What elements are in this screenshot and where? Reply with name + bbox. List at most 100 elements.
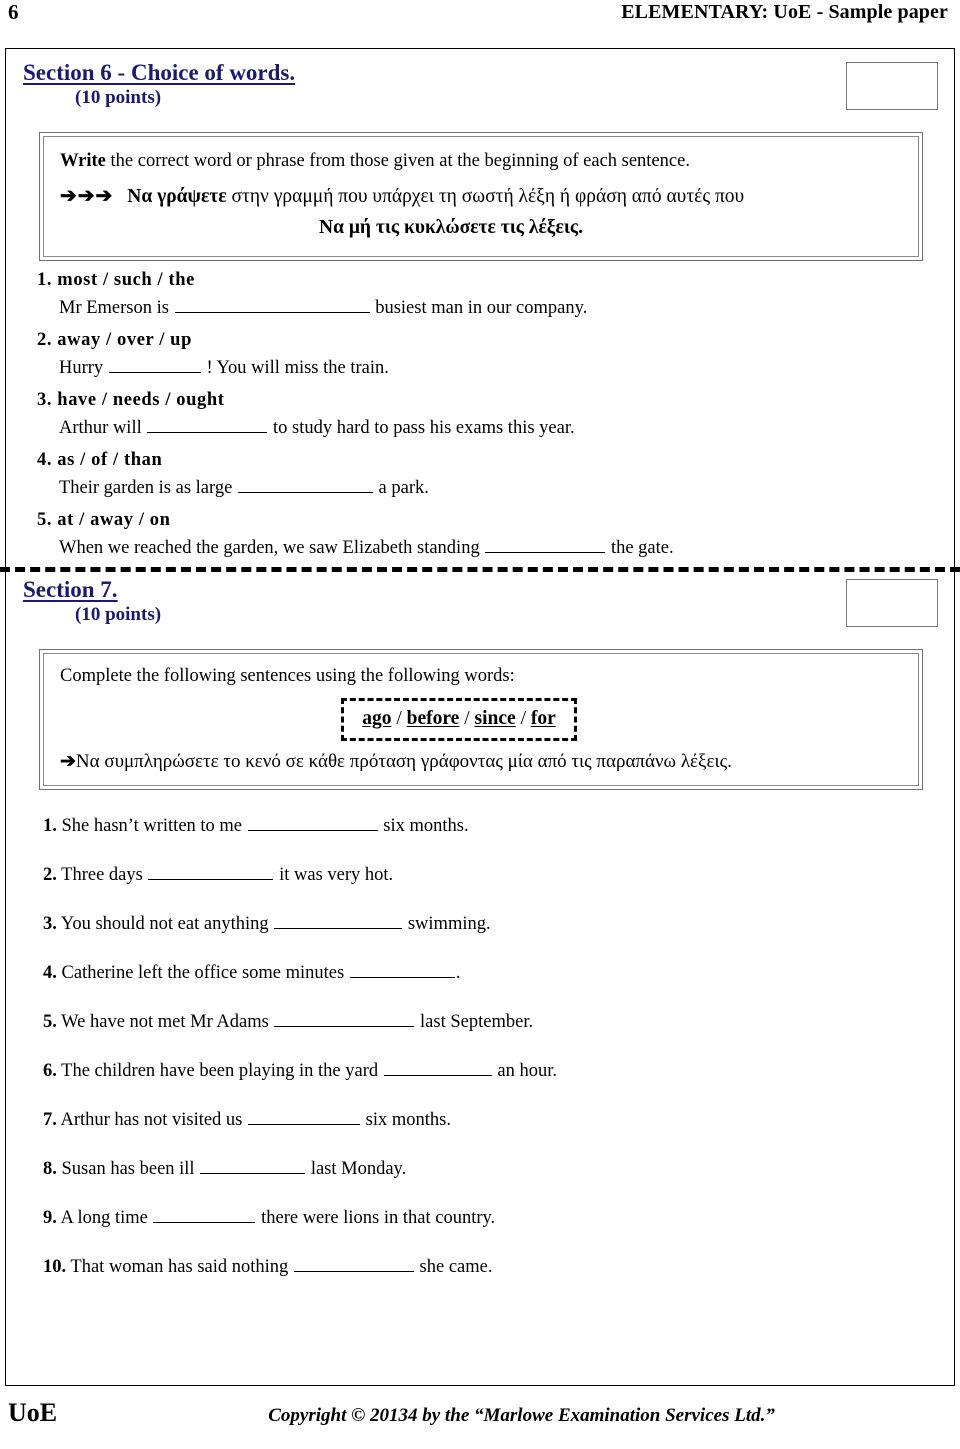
section7-instruction-inner: Complete the following sentences using t… [43, 653, 919, 786]
section6-instruction-inner: Write the correct word or phrase from th… [43, 136, 919, 257]
section6-question-list: 1. most / such / the Mr Emerson is busies… [19, 268, 941, 561]
section6-question-sentence: Their garden is as large a park. [59, 475, 931, 501]
answer-blank[interactable] [248, 1110, 361, 1125]
question-number: 4. [43, 963, 57, 983]
answer-blank[interactable] [383, 1061, 492, 1076]
section6-score-box[interactable] [846, 62, 938, 110]
answer-blank[interactable] [153, 1208, 256, 1223]
section6-question: 3. have / needs / ought Arthur will to st… [37, 388, 931, 441]
page-footer: UoE Copyright © 20134 by the “Marlowe Ex… [0, 1398, 960, 1428]
answer-blank[interactable] [174, 298, 370, 313]
sentence-before-blank: Catherine left the office some minutes [56, 963, 345, 983]
section6-question-sentence: Mr Emerson is busiest man in our company… [59, 295, 931, 321]
answer-blank[interactable] [293, 1257, 414, 1272]
section7-score-box[interactable] [846, 579, 938, 627]
section6-instruction-greek-rest: στην γραμμή που υπάρχει τη σωστή λέξη ή … [226, 186, 745, 207]
section7-question: 4. Catherine left the office some minute… [43, 960, 941, 986]
answer-blank[interactable] [349, 963, 455, 978]
document-title: ELEMENTARY: UoE - Sample paper [621, 1, 948, 23]
question-number: 10. [43, 1257, 67, 1277]
section6-question: 4. as / of / than Their garden is as larg… [37, 448, 931, 501]
question-number: 3. [37, 390, 53, 410]
sentence-after-blank: swimming. [407, 914, 491, 934]
sentence-after-blank: ! You will miss the train. [206, 358, 389, 378]
word-bank-word: for [530, 708, 556, 729]
section6-question-choices: 3. have / needs / ought [37, 388, 931, 412]
question-number: 1. [37, 270, 53, 290]
sentence-after-blank: to study hard to pass his exams this yea… [272, 418, 575, 438]
section6-instruction-greek: Να γράψετε στην γραμμή που υπάρχει τη σω… [127, 182, 744, 212]
word-bank-separator: / [515, 708, 531, 729]
page-content: Section 6 - Choice of words. (10 points)… [0, 48, 960, 1386]
section-divider [0, 567, 960, 572]
question-number: 3. [43, 914, 57, 934]
choice-options: away / over / up [52, 330, 192, 350]
sentence-after-blank: it was very hot. [279, 865, 394, 885]
sentence-before-blank: Their garden is as large [59, 478, 233, 498]
answer-blank[interactable] [147, 418, 268, 433]
section7-question: 3. You should not eat anything swimming. [43, 911, 941, 937]
answer-blank[interactable] [274, 1012, 415, 1027]
answer-blank[interactable] [108, 358, 201, 373]
section7-question: 9. A long time there were lions in that … [43, 1205, 941, 1231]
section7-question: 8. Susan has been ill last Monday. [43, 1156, 941, 1182]
sentence-before-blank: Susan has been ill [56, 1159, 195, 1179]
section6-instruction-box: Write the correct word or phrase from th… [39, 132, 923, 261]
sentence-after-blank: six months. [383, 816, 469, 836]
sentence-before-blank: Mr Emerson is [59, 298, 169, 318]
section6-title: Section 6 - Choice of words. [23, 60, 296, 85]
answer-blank[interactable] [485, 538, 606, 553]
question-number: 9. [43, 1208, 57, 1228]
question-number: 2. [37, 330, 53, 350]
section6-question-sentence: Hurry ! You will miss the train. [59, 355, 931, 381]
choice-options: at / away / on [52, 510, 171, 530]
sentence-after-blank: the gate. [610, 538, 674, 558]
sentence-before-blank: That woman has said nothing [66, 1257, 289, 1277]
answer-blank[interactable] [200, 1159, 306, 1174]
question-number: 7. [43, 1110, 57, 1130]
word-bank-word: before [406, 708, 460, 729]
sentence-after-blank: there were lions in that country. [261, 1208, 496, 1228]
section6-instruction-english: Write the correct word or phrase from th… [60, 149, 902, 174]
section7-instruction-english: Complete the following sentences using t… [60, 666, 515, 686]
word-bank-separator: / [391, 708, 407, 729]
sentence-before-blank: A long time [56, 1208, 148, 1228]
section6-instruction-english-bold: Write [60, 151, 106, 171]
sentence-before-blank: Hurry [59, 358, 104, 378]
answer-blank[interactable] [148, 865, 274, 880]
sentence-before-blank: Arthur will [59, 418, 142, 438]
section6-question-choices: 4. as / of / than [37, 448, 931, 472]
section6-question-sentence: Arthur will to study hard to pass his ex… [59, 415, 931, 441]
arrow-icon: ➔ [60, 751, 76, 772]
sentence-after-blank: busiest man in our company. [375, 298, 588, 318]
section6-instruction-greek-bold: Να γράψετε [127, 186, 227, 207]
answer-blank[interactable] [247, 816, 378, 831]
section7-instruction-greek: Να συμπληρώσετε το κενό σε κάθε πρόταση … [75, 751, 732, 772]
choice-options: most / such / the [52, 270, 195, 290]
footer-brand: UoE [8, 1398, 58, 1427]
section7-header: Section 7. (10 points) [19, 577, 941, 639]
section7-question: 2. Three days it was very hot. [43, 862, 941, 888]
section6-question: 5. at / away / on When we reached the gar… [37, 508, 931, 561]
sentence-after-blank: an hour. [497, 1061, 557, 1081]
sentence-before-blank: The children have been playing in the ya… [56, 1061, 379, 1081]
sentence-before-blank: Three days [56, 865, 143, 885]
section7-question: 7. Arthur has not visited us six months. [43, 1107, 941, 1133]
question-number: 2. [43, 865, 57, 885]
sentence-before-blank: When we reached the garden, we saw Eliza… [59, 538, 480, 558]
section6-question-choices: 5. at / away / on [37, 508, 931, 532]
word-bank-word: since [474, 708, 516, 729]
section7-question-list: 1. She hasn’t written to me six months. 2… [19, 813, 941, 1280]
sentence-after-blank: . [455, 963, 461, 983]
section7-question: 5. We have not met Mr Adams last Septemb… [43, 1009, 941, 1035]
section6-instruction-greek-line2: Να μή τις κυκλώσετε τις λέξεις. [319, 217, 583, 238]
section7-instruction-box: Complete the following sentences using t… [39, 649, 923, 790]
section6-instruction-english-rest: the correct word or phrase from those gi… [105, 151, 690, 171]
answer-blank[interactable] [237, 478, 373, 493]
sentence-before-blank: Arthur has not visited us [56, 1110, 243, 1130]
question-number: 6. [43, 1061, 57, 1081]
question-number: 8. [43, 1159, 57, 1179]
sentence-before-blank: You should not eat anything [56, 914, 269, 934]
word-bank-word: ago [362, 708, 392, 729]
answer-blank[interactable] [274, 914, 403, 929]
